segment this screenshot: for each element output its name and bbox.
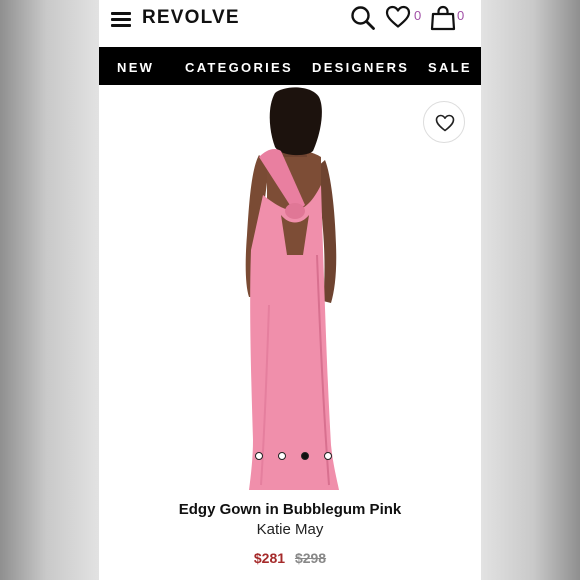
shopping-bag-icon[interactable]	[430, 5, 456, 36]
brand-link[interactable]: Katie May	[99, 521, 481, 538]
revolve-logo[interactable]: REVOLVE	[142, 7, 240, 29]
category-nav: NEW CATEGORIES DESIGNERS SALE	[99, 47, 481, 85]
nav-item-new[interactable]: NEW	[117, 60, 154, 75]
nav-item-sale[interactable]: SALE	[428, 60, 472, 75]
top-header: REVOLVE 0 0	[99, 0, 481, 47]
heart-outline-icon	[435, 114, 455, 132]
bag-count: 0	[457, 8, 465, 23]
wishlist-heart-icon[interactable]	[385, 5, 411, 34]
carousel-dot[interactable]	[324, 452, 332, 460]
carousel-dot[interactable]	[255, 452, 263, 460]
product-name: Edgy Gown in Bubblegum Pink	[178, 501, 402, 518]
price-row: $281 $298	[99, 550, 481, 566]
menu-icon[interactable]	[111, 11, 133, 27]
nav-item-categories[interactable]: CATEGORIES	[185, 60, 293, 75]
nav-item-designers[interactable]: DESIGNERS	[312, 60, 409, 75]
search-icon[interactable]	[350, 5, 376, 36]
carousel-dot[interactable]	[301, 452, 309, 460]
original-price: $298	[294, 550, 327, 566]
add-to-wishlist-button[interactable]	[423, 101, 465, 143]
product-image[interactable]	[99, 85, 481, 495]
sale-price: $281	[253, 550, 286, 566]
page-frame: REVOLVE 0 0 NEW CATEGORIES DESIGNERS SAL…	[99, 0, 481, 580]
carousel-pagination	[99, 452, 481, 462]
carousel-dot[interactable]	[278, 452, 286, 460]
model-in-gown-image	[245, 87, 339, 490]
wishlist-count: 0	[414, 8, 422, 23]
